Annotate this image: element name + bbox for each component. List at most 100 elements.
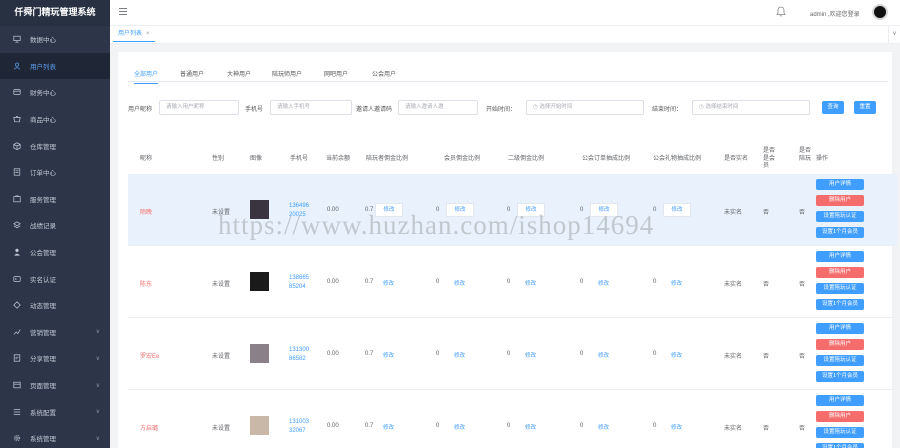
set-companion-button[interactable]: 设置陪玩认证 [816,211,864,222]
chevron-down-icon[interactable]: ∨ [888,26,900,44]
sidebar-item-label: 实名认证 [30,276,56,284]
phone-input[interactable]: 请输入手机号 [270,100,352,115]
edit-link[interactable]: 修改 [383,423,394,431]
user-detail-button[interactable]: 用户详情 [816,179,864,190]
set-member-button[interactable]: 设置1个月会员 [816,371,864,382]
ratio-value: 0 [507,351,511,357]
edit-link[interactable]: 修改 [454,279,465,287]
tab-guild-users[interactable]: 公会用户 [372,69,396,78]
tab-netcafe-users[interactable]: 网吧用户 [324,69,348,78]
edit-link[interactable]: 修改 [671,351,682,359]
sidebar-item-13[interactable]: 页面管理 ∨ [0,372,110,399]
tab-all-users[interactable]: 全部用户 [134,69,159,84]
tab-master-users[interactable]: 大神用户 [227,69,251,78]
set-member-button[interactable]: 设置1个月会员 [816,227,864,238]
avatar[interactable] [872,4,888,20]
user-detail-button[interactable]: 用户详情 [816,395,864,406]
bell-icon[interactable] [776,6,786,19]
end-time-picker[interactable]: ◷ 选择结束时间 [692,100,810,115]
nickname-cell[interactable]: 方启璐 [140,423,158,432]
phone-cell[interactable]: 13100332067 [289,418,311,436]
edit-link[interactable]: 修改 [671,423,682,431]
ratio-value: 0 [436,423,440,429]
edit-link[interactable]: 修改 [383,351,394,359]
sidebar-item-10[interactable]: 动态管理 [0,292,110,319]
user-icon [12,61,21,70]
set-companion-button[interactable]: 设置陪玩认证 [816,427,864,438]
delete-user-button[interactable]: 删除用户 [816,267,864,278]
tab-user-list[interactable]: 用户列表 × [113,28,155,42]
nickname-cell[interactable]: 罗宏Ee [140,351,159,360]
tab-companion-users[interactable]: 陪玩师用户 [272,69,302,78]
sidebar-item-8[interactable]: 公会管理 [0,239,110,266]
ratio-value: 0 [653,351,657,357]
edit-link[interactable]: 修改 [525,351,536,359]
card-icon [12,274,21,283]
nickname-cell[interactable]: 陌晚 [140,207,152,216]
col-nickname: 昵称 [140,156,153,162]
sidebar-item-4[interactable]: 仓库管理 [0,132,110,159]
edit-link[interactable]: 修改 [598,279,609,287]
sidebar-item-11[interactable]: 营销管理 ∨ [0,319,110,346]
edit-link[interactable]: 修改 [598,351,609,359]
page-tabs: 用户列表 × ∨ [110,26,900,44]
phone-cell[interactable]: 13130086582 [289,346,311,364]
set-companion-button[interactable]: 设置陪玩认证 [816,355,864,366]
col-guild-order-ratio: 公会订单抽成比例 [582,156,631,162]
ratio-value: 0 [436,351,440,357]
start-time-picker[interactable]: ◷ 选择开始时间 [526,100,644,115]
query-button[interactable]: 查询 [822,101,844,114]
sidebar-item-14[interactable]: 系统配置 ∨ [0,398,110,425]
table-header: 昵称 性别 图像 手机号 当前余额 陪玩者佣金比例 会员佣金比例 二级佣金比例 … [128,144,888,172]
set-member-button[interactable]: 设置1个月会员 [816,299,864,310]
marketing-icon [12,327,21,336]
sidebar-item-label: 页面管理 [30,383,56,391]
delete-user-button[interactable]: 删除用户 [816,339,864,350]
invite-code-input[interactable]: 请输入邀请人邀 [398,100,478,115]
sidebar-item-label: 系统配置 [30,409,56,417]
delete-user-button[interactable]: 删除用户 [816,411,864,422]
edit-link[interactable]: 修改 [671,279,682,287]
nickname-cell[interactable]: 陈东 [140,279,152,288]
col-avatar: 图像 [250,156,263,162]
edit-link[interactable]: 修改 [383,279,394,287]
companion-ratio-cell: 0.7 [365,351,374,357]
nickname-label: 用户昵称 [128,107,153,113]
edit-link[interactable]: 修改 [598,423,609,431]
sidebar-item-label: 仓库管理 [30,143,56,151]
sidebar-item-9[interactable]: 实名认证 [0,265,110,292]
edit-link[interactable]: 修改 [454,423,465,431]
peiwan-cell: 否 [799,282,806,288]
sidebar-item-label: 营销管理 [30,329,56,337]
phone-cell[interactable]: 13866585204 [289,274,311,292]
nickname-input[interactable]: 请输入用户昵称 [159,100,239,115]
sidebar-item-6[interactable]: 服务管理 [0,186,110,213]
sidebar-item-2[interactable]: 财务中心 [0,79,110,106]
delete-user-button[interactable]: 删除用户 [816,195,864,206]
reset-button[interactable]: 重置 [854,101,876,114]
sidebar-item-7[interactable]: 战绩记录 [0,212,110,239]
col-member: 是否是会员 [763,148,776,169]
table-row: 方启璐 未设置 13100332067 0.00 0.7 0 0 0 0 修改 修改 修改 修改 修改 未实… [128,390,898,448]
guild-icon [12,248,21,257]
set-companion-button[interactable]: 设置陪玩认证 [816,283,864,294]
user-detail-button[interactable]: 用户详情 [816,323,864,334]
menu-toggle-icon[interactable] [119,8,127,16]
sidebar-item-5[interactable]: 订单中心 [0,159,110,186]
sidebar-item-0[interactable]: 数据中心 [0,26,110,53]
col-gender: 性别 [212,156,225,162]
tab-normal-users[interactable]: 普通用户 [180,69,204,78]
sidebar-item-3[interactable]: 商品中心 [0,106,110,133]
sidebar-item-15[interactable]: 系统管理 ∨ [0,425,110,448]
edit-link[interactable]: 修改 [525,423,536,431]
sidebar-item-12[interactable]: 分享管理 ∨ [0,345,110,372]
user-detail-button[interactable]: 用户详情 [816,251,864,262]
sidebar-item-label: 商品中心 [30,117,56,125]
sidebar-item-1[interactable]: 用户列表 [0,52,110,80]
set-member-button[interactable]: 设置1个月会员 [816,443,864,448]
sidebar-item-label: 用户列表 [30,63,56,71]
edit-button[interactable]: 修改 [663,203,691,217]
edit-link[interactable]: 修改 [525,279,536,287]
close-icon[interactable]: × [146,31,150,37]
edit-link[interactable]: 修改 [454,351,465,359]
